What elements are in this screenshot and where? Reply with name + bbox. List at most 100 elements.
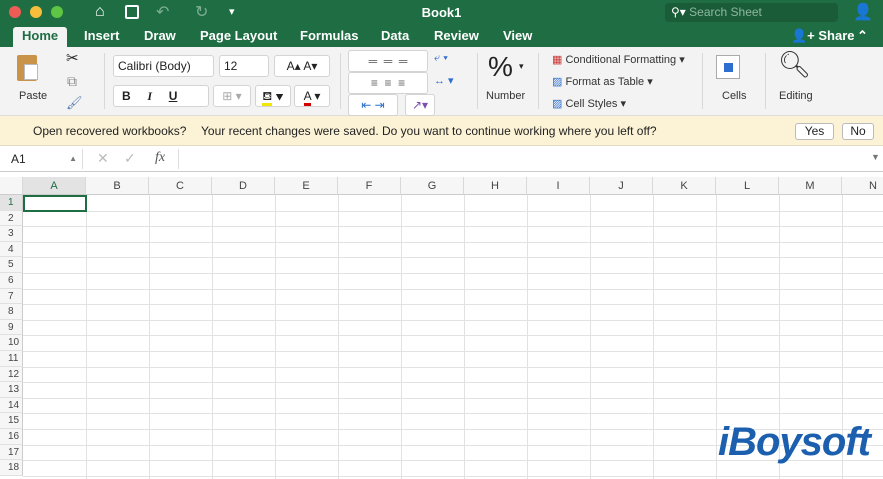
- row-header-8[interactable]: 8: [0, 304, 23, 320]
- row-header-12[interactable]: 12: [0, 366, 23, 383]
- font-color-button[interactable]: A ▾: [294, 85, 330, 107]
- info-title: Open recovered workbooks?: [33, 124, 187, 138]
- borders-button[interactable]: ⊞ ▾: [213, 85, 251, 107]
- underline-button[interactable]: U: [169, 89, 178, 103]
- format-painter-icon[interactable]: 🖌: [66, 95, 83, 111]
- shrink-font-icon[interactable]: A: [303, 59, 311, 73]
- column-header-I[interactable]: I: [527, 177, 590, 195]
- cell-styles-button[interactable]: ▨ Cell Styles ▾: [552, 97, 626, 110]
- column-header-A[interactable]: A: [23, 177, 86, 195]
- tab-page-layout[interactable]: Page Layout: [191, 27, 286, 47]
- paste-icon[interactable]: [17, 55, 38, 81]
- wrap-text-icon[interactable]: ⤶ ▾: [434, 52, 448, 65]
- row-header-11[interactable]: 11: [0, 351, 23, 367]
- percent-icon[interactable]: %: [488, 51, 513, 83]
- row-header-4[interactable]: 4: [0, 241, 23, 258]
- cut-icon[interactable]: ✂: [66, 49, 79, 67]
- cancel-icon[interactable]: ✕: [97, 150, 109, 167]
- row-header-3[interactable]: 3: [0, 226, 23, 242]
- search-input[interactable]: ⚲▾ Search Sheet: [665, 3, 838, 22]
- column-gridline: [653, 195, 654, 479]
- add-person-icon: 👤+: [791, 28, 819, 43]
- grow-font-icon[interactable]: A: [287, 59, 295, 73]
- enter-icon[interactable]: ✓: [124, 150, 136, 167]
- font-name-select[interactable]: Calibri (Body): [113, 55, 214, 77]
- info-bar: Open recovered workbooks? Your recent ch…: [0, 116, 883, 146]
- column-gridline: [149, 195, 150, 479]
- tab-review[interactable]: Review: [425, 27, 488, 47]
- tab-insert[interactable]: Insert: [75, 27, 128, 47]
- copy-icon[interactable]: ⧉: [67, 73, 77, 90]
- selected-cell-A1[interactable]: [23, 195, 87, 212]
- tab-formulas[interactable]: Formulas: [291, 27, 368, 47]
- column-gridline: [86, 195, 87, 479]
- font-style-group: B I U: [113, 85, 209, 107]
- name-box[interactable]: A1 ▲: [5, 149, 83, 169]
- tab-data[interactable]: Data: [372, 27, 418, 47]
- row-header-16[interactable]: 16: [0, 429, 23, 445]
- formula-input[interactable]: [178, 149, 868, 169]
- expand-formula-icon[interactable]: ▼: [871, 152, 880, 162]
- row-gridline: [23, 366, 883, 368]
- row-header-17[interactable]: 17: [0, 444, 23, 461]
- column-header-E[interactable]: E: [275, 177, 338, 195]
- column-header-G[interactable]: G: [401, 177, 464, 195]
- number-label[interactable]: Number: [486, 90, 525, 102]
- search-editing-icon[interactable]: 🔍︎: [778, 49, 811, 80]
- row-header-2[interactable]: 2: [0, 210, 23, 227]
- yes-button[interactable]: Yes: [795, 123, 834, 140]
- italic-button[interactable]: I: [147, 89, 152, 103]
- bold-button[interactable]: B: [122, 89, 131, 103]
- paste-label[interactable]: Paste: [19, 90, 47, 102]
- row-header-9[interactable]: 9: [0, 319, 23, 336]
- format-as-table-button[interactable]: ▨ Format as Table ▾: [552, 75, 653, 88]
- column-header-B[interactable]: B: [86, 177, 149, 195]
- row-header-7[interactable]: 7: [0, 288, 23, 305]
- column-header-J[interactable]: J: [590, 177, 653, 195]
- column-header-C[interactable]: C: [149, 177, 212, 195]
- stepper-icon[interactable]: ▲: [69, 149, 77, 169]
- column-header-D[interactable]: D: [212, 177, 275, 195]
- column-header-M[interactable]: M: [779, 177, 842, 195]
- ribbon-tabs: Home Insert Draw Page Layout Formulas Da…: [0, 25, 883, 47]
- cells-icon[interactable]: [716, 55, 740, 79]
- row-header-6[interactable]: 6: [0, 273, 23, 289]
- fill-color-button[interactable]: ⛾ ▾: [255, 85, 291, 107]
- column-header-L[interactable]: L: [716, 177, 779, 195]
- tab-draw[interactable]: Draw: [135, 27, 185, 47]
- row-header-15[interactable]: 15: [0, 413, 23, 429]
- no-button[interactable]: No: [842, 123, 874, 140]
- row-gridline: [23, 319, 883, 321]
- column-gridline: [590, 195, 591, 479]
- row-header-14[interactable]: 14: [0, 397, 23, 414]
- horizontal-align-buttons[interactable]: ≡ ≡ ≡: [348, 72, 428, 94]
- formula-bar: A1 ▲ ✕ ✓ fx ▼: [0, 146, 883, 172]
- row-header-18[interactable]: 18: [0, 460, 23, 476]
- conditional-formatting-button[interactable]: ▦ Conditional Formatting ▾: [552, 53, 685, 66]
- tab-view[interactable]: View: [494, 27, 541, 47]
- row-header-1[interactable]: 1: [0, 195, 23, 211]
- editing-label[interactable]: Editing: [779, 90, 813, 102]
- row-header-5[interactable]: 5: [0, 257, 23, 273]
- font-grow-shrink[interactable]: A▴ A▾: [274, 55, 330, 77]
- collapse-ribbon-icon[interactable]: ⌃: [848, 27, 877, 47]
- vertical-align-buttons[interactable]: ═ ═ ═: [348, 50, 428, 72]
- merge-center-icon[interactable]: ↔ ▾: [434, 74, 454, 87]
- iboysoft-watermark-logo: iBoysoft: [718, 420, 871, 464]
- indent-buttons[interactable]: ⇤ ⇥: [348, 94, 398, 116]
- font-size-select[interactable]: 12: [219, 55, 269, 77]
- cell-styles-icon: ▨: [552, 98, 563, 110]
- feedback-icon[interactable]: 👤: [853, 2, 873, 22]
- column-gridline: [275, 195, 276, 479]
- column-header-K[interactable]: K: [653, 177, 716, 195]
- column-header-H[interactable]: H: [464, 177, 527, 195]
- row-header-13[interactable]: 13: [0, 382, 23, 398]
- insert-function-button[interactable]: fx: [155, 150, 165, 166]
- tab-home[interactable]: Home: [13, 27, 68, 47]
- column-header-F[interactable]: F: [338, 177, 401, 195]
- cells-label[interactable]: Cells: [722, 90, 746, 102]
- column-header-N[interactable]: N: [842, 177, 883, 195]
- select-all-corner[interactable]: [0, 177, 23, 195]
- orientation-button[interactable]: ↗▾: [405, 94, 435, 116]
- row-header-10[interactable]: 10: [0, 335, 23, 351]
